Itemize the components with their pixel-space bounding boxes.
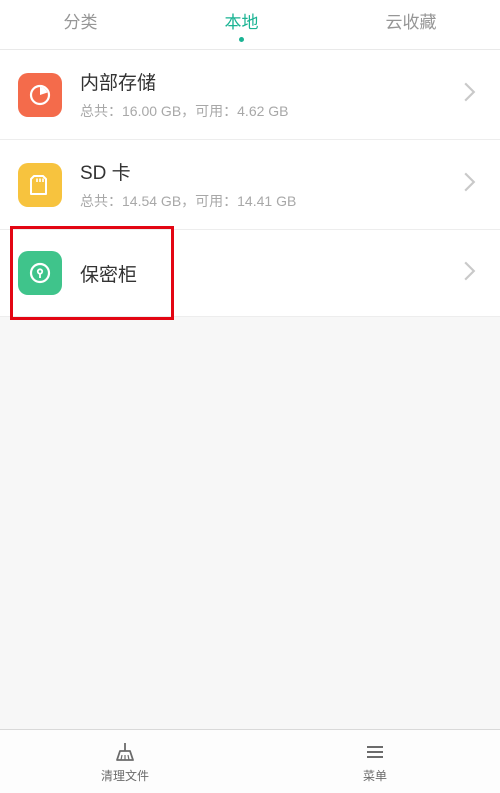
tab-cloud-label: 云收藏 [386, 8, 437, 33]
clean-files-button[interactable]: 清理文件 [0, 740, 250, 784]
safe-box-title: 保密柜 [80, 260, 455, 287]
row-text: 内部存储 总共：16.00 GB，可用：4.62 GB [80, 68, 455, 121]
tab-local[interactable]: 本地 [225, 8, 259, 42]
sd-card-icon [18, 163, 62, 207]
row-sd-card[interactable]: SD 卡 总共：14.54 GB，可用：14.41 GB [0, 140, 500, 229]
chevron-right-icon [463, 81, 476, 108]
clean-files-label: 清理文件 [101, 767, 149, 784]
tab-local-label: 本地 [225, 8, 259, 33]
row-internal-storage[interactable]: 内部存储 总共：16.00 GB，可用：4.62 GB [0, 50, 500, 139]
tab-category-label: 分类 [64, 8, 98, 33]
tab-indicator-dot [239, 37, 244, 42]
sd-card-title: SD 卡 [80, 158, 455, 185]
storage-list: 内部存储 总共：16.00 GB，可用：4.62 GB SD 卡 总共：14.5… [0, 50, 500, 316]
safe-box-icon [18, 251, 62, 295]
internal-storage-subtitle: 总共：16.00 GB，可用：4.62 GB [80, 101, 455, 121]
internal-storage-icon [18, 73, 62, 117]
broom-icon [113, 740, 137, 764]
chevron-right-icon [463, 260, 476, 287]
chevron-right-icon [463, 171, 476, 198]
menu-icon [363, 740, 387, 764]
menu-label: 菜单 [363, 767, 387, 784]
row-text: SD 卡 总共：14.54 GB，可用：14.41 GB [80, 158, 455, 211]
tab-cloud[interactable]: 云收藏 [386, 8, 437, 42]
row-text: 保密柜 [80, 260, 455, 287]
top-tabs: 分类 本地 云收藏 [0, 0, 500, 50]
tab-category[interactable]: 分类 [64, 8, 98, 42]
internal-storage-title: 内部存储 [80, 68, 455, 95]
bottom-bar: 清理文件 菜单 [0, 729, 500, 793]
row-safe-box[interactable]: 保密柜 [0, 230, 500, 316]
menu-button[interactable]: 菜单 [250, 740, 500, 784]
empty-area [0, 316, 500, 729]
sd-card-subtitle: 总共：14.54 GB，可用：14.41 GB [80, 191, 455, 211]
